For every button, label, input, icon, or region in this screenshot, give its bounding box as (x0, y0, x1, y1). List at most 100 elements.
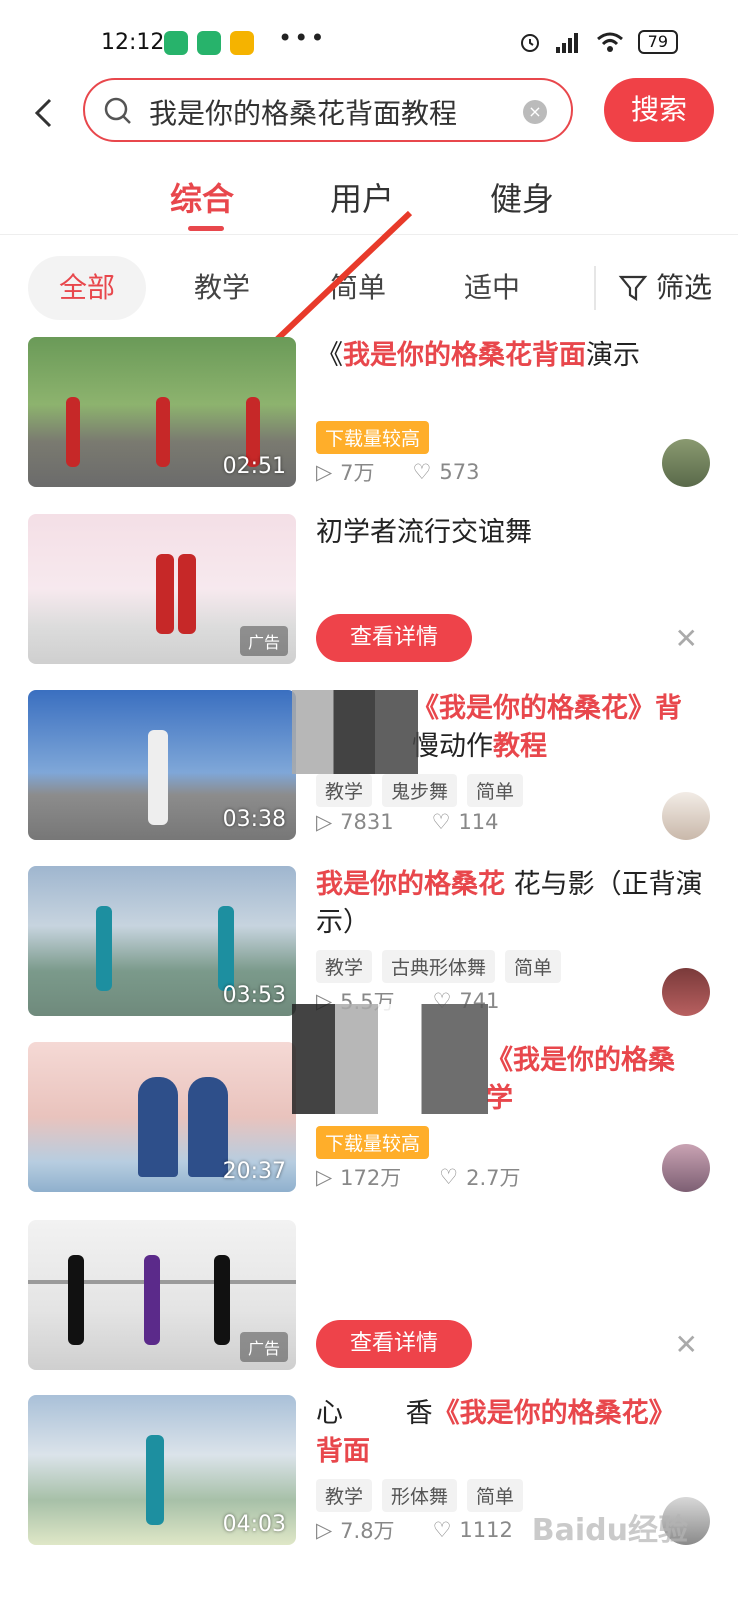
title-text: 《 (316, 340, 343, 371)
video-duration: 04:03 (222, 1512, 286, 1537)
video-stats: ▷ 172万 ♡ 2.7万 (316, 1162, 520, 1192)
avatar[interactable] (662, 792, 710, 840)
video-result[interactable]: 03:38 《我是你的格桑花》背 慢动作教程 教学 鬼步舞 简单 ▷ 7831 ♡ 1… (0, 690, 738, 860)
video-duration: 03:38 (222, 807, 286, 832)
close-icon[interactable]: ✕ (675, 1328, 698, 1361)
view-details-button[interactable]: 查看详情 (316, 1320, 472, 1368)
dancer-figure (144, 1255, 160, 1345)
video-stats: ▷ 7.8万 ♡ 1112 (316, 1515, 513, 1545)
heart-icon: ♡ (439, 1165, 459, 1189)
tag: 简单 (505, 950, 562, 983)
tag: 鬼步舞 (382, 774, 458, 807)
clear-search-icon[interactable]: × (523, 100, 547, 124)
play-count: 7.8万 (340, 1519, 395, 1543)
video-title[interactable]: 心 香《我是你的格桑花》 背面 (316, 1395, 711, 1471)
ad-result[interactable]: 广告 查看详情 ✕ (0, 1220, 738, 1390)
tag: 教学 (316, 774, 373, 807)
filter-button[interactable]: 筛选 (618, 256, 712, 320)
wifi-icon (596, 32, 623, 52)
video-title[interactable]: 初学者流行交谊舞 (316, 514, 711, 552)
dancer-figure (156, 397, 170, 467)
heart-icon: ♡ (412, 460, 432, 484)
alarm-icon (520, 34, 539, 52)
avatar[interactable] (662, 439, 710, 487)
heart-icon: ♡ (432, 1518, 452, 1542)
filter-label: 筛选 (656, 271, 713, 304)
play-count: 7831 (340, 810, 394, 834)
play-icon: ▷ (316, 810, 333, 834)
funnel-icon (618, 275, 648, 302)
title-highlight: 《我是你的格桑花》背 (412, 693, 682, 724)
tag: 古典形体舞 (382, 950, 496, 983)
video-title[interactable]: 《我是你的格桑学 (486, 1042, 706, 1118)
more-notifications-icon: ••• (278, 24, 327, 52)
title-text: 演示 (586, 340, 640, 371)
video-stats: ▷ 7万 ♡ 573 (316, 457, 479, 487)
dancer-figure (178, 554, 196, 634)
status-right: 79 (518, 30, 678, 54)
dancer-figure (148, 730, 168, 825)
video-title[interactable]: 《我是你的格桑花背面演示 (316, 337, 711, 375)
like-count: 2.7万 (466, 1166, 521, 1190)
video-result[interactable]: 02:51 《我是你的格桑花背面演示 下载量较高 ▷ 7万 ♡ 573 (0, 337, 738, 507)
tag: 形体舞 (382, 1479, 458, 1512)
tag: 简单 (467, 774, 524, 807)
filter-chip-moderate[interactable]: 适中 (456, 256, 528, 320)
video-title[interactable]: 我是你的格桑花 花与影（正背演示） (316, 866, 711, 942)
message-notification-icon (230, 31, 254, 55)
dancer-figure (214, 1255, 230, 1345)
dancer-figure (218, 906, 234, 991)
video-stats: ▷ 7831 ♡ 114 (316, 810, 499, 834)
tag-row: 教学 古典形体舞 简单 (316, 950, 562, 983)
tag-row: 下载量较高 (316, 421, 430, 454)
title-highlight: 《我是你的格桑花》 (432, 1398, 676, 1429)
video-duration: 20:37 (222, 1159, 286, 1184)
ad-result[interactable]: 广告 初学者流行交谊舞 查看详情 ✕ (0, 514, 738, 684)
play-count: 172万 (340, 1166, 402, 1190)
battery-indicator: 79 (637, 30, 678, 54)
search-query-text[interactable]: 我是你的格桑花背面教程 (149, 92, 457, 132)
tab-fitness[interactable]: 健身 (490, 174, 554, 220)
play-icon: ▷ (316, 460, 333, 484)
signal-icon (555, 33, 578, 53)
title-highlight: 学 (486, 1083, 513, 1114)
video-thumbnail[interactable]: 04:03 (28, 1395, 296, 1545)
title-highlight: 我是你的格桑花 (316, 869, 505, 900)
search-button[interactable]: 搜索 (604, 78, 714, 142)
video-thumbnail[interactable]: 02:51 (28, 337, 296, 487)
like-count: 573 (439, 460, 480, 484)
video-thumbnail[interactable]: 广告 (28, 514, 296, 664)
title-text: 慢动作 (412, 731, 493, 762)
title-text: 香 (405, 1398, 433, 1429)
like-count: 1112 (459, 1518, 513, 1542)
ad-badge: 广告 (239, 1332, 288, 1362)
tag-row: 教学 形体舞 简单 (316, 1479, 524, 1512)
video-result[interactable]: 20:37 《我是你的格桑学 下载量较高 ▷ 172万 ♡ 2.7万 (0, 1004, 738, 1212)
close-icon[interactable]: ✕ (675, 622, 698, 655)
back-arrow-icon[interactable] (28, 96, 62, 130)
avatar[interactable] (662, 968, 710, 1016)
video-thumbnail[interactable]: 03:38 (28, 690, 296, 840)
avatar[interactable] (662, 1144, 710, 1192)
search-input[interactable]: 我是你的格桑花背面教程 × (83, 78, 573, 142)
app-notification-icon (164, 31, 188, 55)
video-thumbnail[interactable]: 03:53 (28, 866, 296, 1016)
active-tab-indicator (188, 226, 224, 231)
video-title[interactable]: 《我是你的格桑花》背 慢动作教程 (412, 690, 712, 766)
hot-badge: 下载量较高 (316, 421, 430, 454)
status-bar: 12:12 ••• 79 (0, 0, 738, 88)
search-icon (104, 97, 131, 124)
video-thumbnail[interactable]: 20:37 (28, 1042, 296, 1192)
tag-row: 教学 鬼步舞 简单 (316, 774, 524, 807)
dancer-figure (66, 397, 80, 467)
title-text: 心 (316, 1398, 343, 1429)
dancer-figure (146, 1435, 164, 1525)
filter-chip-all[interactable]: 全部 (28, 256, 146, 320)
play-icon: ▷ (316, 1518, 333, 1542)
view-details-button[interactable]: 查看详情 (316, 614, 472, 662)
hot-badge: 下载量较高 (316, 1126, 430, 1159)
tag: 教学 (316, 950, 373, 983)
like-count: 114 (458, 810, 499, 834)
ad-badge: 广告 (239, 626, 288, 656)
video-thumbnail[interactable]: 广告 (28, 1220, 296, 1370)
